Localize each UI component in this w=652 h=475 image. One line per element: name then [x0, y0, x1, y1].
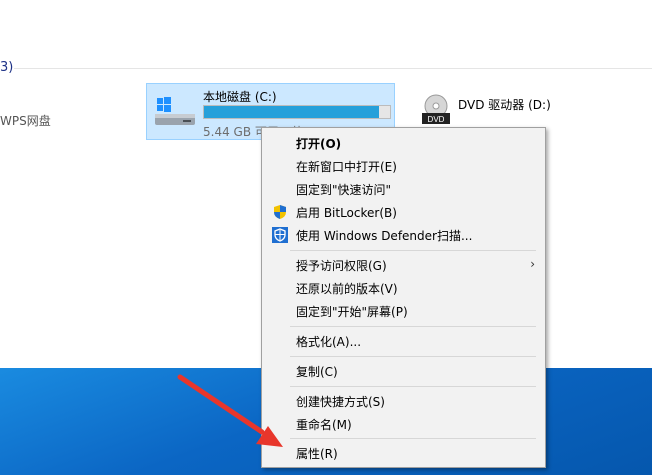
dvd-badge: DVD — [428, 115, 445, 124]
menu-item-label: 固定到"开始"屏幕(P) — [296, 305, 408, 319]
menu-item-label: 属性(R) — [296, 447, 338, 461]
menu-item-label: 启用 BitLocker(B) — [296, 206, 397, 220]
drive-d-name: DVD 驱动器 (D:) — [458, 98, 551, 112]
menu-item-defender-scan[interactable]: 使用 Windows Defender扫描... — [262, 224, 545, 246]
menu-item-format[interactable]: 格式化(A)... — [262, 330, 545, 352]
menu-item-bitlocker[interactable]: 启用 BitLocker(B) — [262, 201, 545, 223]
menu-separator — [290, 250, 536, 251]
menu-item-open[interactable]: 打开(O) — [262, 132, 545, 154]
menu-item-label: 重命名(M) — [296, 418, 352, 432]
drive-c-usage-fill — [204, 106, 379, 118]
menu-item-label: 还原以前的版本(V) — [296, 282, 398, 296]
menu-separator — [290, 326, 536, 327]
drive-c-usage-bar — [203, 105, 391, 119]
defender-icon — [272, 227, 288, 243]
menu-item-label: 授予访问权限(G) — [296, 259, 387, 273]
menu-item-label: 格式化(A)... — [296, 335, 362, 349]
menu-item-restore-versions[interactable]: 还原以前的版本(V) — [262, 277, 545, 299]
menu-separator — [290, 438, 536, 439]
menu-item-label: 创建快捷方式(S) — [296, 395, 385, 409]
menu-item-pin-quick-access[interactable]: 固定到"快速访问" — [262, 178, 545, 200]
chevron-right-icon: › — [530, 257, 535, 271]
drive-c-name: 本地磁盘 (C:) — [203, 90, 277, 104]
menu-item-label: 固定到"快速访问" — [296, 183, 392, 197]
menu-item-properties[interactable]: 属性(R) — [262, 442, 545, 464]
menu-item-label: 使用 Windows Defender扫描... — [296, 229, 473, 243]
windows-drive-icon — [155, 97, 195, 125]
menu-item-copy[interactable]: 复制(C) — [262, 360, 545, 382]
menu-item-label: 在新窗口中打开(E) — [296, 160, 397, 174]
menu-item-open-new-window[interactable]: 在新窗口中打开(E) — [262, 155, 545, 177]
section-count: 3) — [0, 60, 14, 75]
menu-separator — [290, 356, 536, 357]
menu-item-grant-access[interactable]: 授予访问权限(G) › — [262, 254, 545, 276]
wps-drive-label[interactable]: WPS网盘 — [0, 112, 51, 129]
context-menu: 打开(O) 在新窗口中打开(E) 固定到"快速访问" 启用 BitLocker(… — [261, 127, 546, 468]
menu-separator — [290, 386, 536, 387]
menu-item-rename[interactable]: 重命名(M) — [262, 413, 545, 435]
shield-icon — [274, 205, 286, 219]
menu-item-pin-start[interactable]: 固定到"开始"屏幕(P) — [262, 300, 545, 322]
menu-item-create-shortcut[interactable]: 创建快捷方式(S) — [262, 390, 545, 412]
section-divider — [14, 68, 652, 69]
menu-item-label: 打开(O) — [296, 137, 342, 151]
menu-item-label: 复制(C) — [296, 365, 338, 379]
dvd-drive-icon: DVD — [422, 94, 450, 124]
